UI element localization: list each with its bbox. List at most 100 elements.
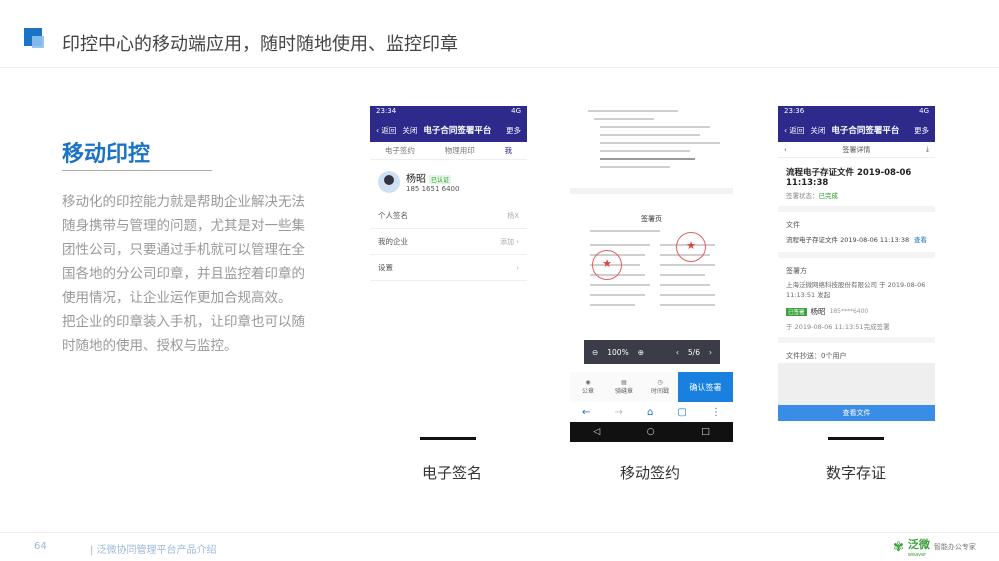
close-button[interactable]: 关闭 (810, 125, 825, 136)
app-nav-bar: ‹ 返回 关闭 电子合同签署平台 更多 (370, 118, 527, 142)
phone-contract-screen: 签署页 ★ ★ ⊖ 100% ⊕ ‹ 5/6 › ◉ 公章 ▤ 骑缝章 ◷ 时间戳 确… (570, 104, 733, 442)
home-icon[interactable]: ⌂ (647, 407, 653, 418)
tab-me[interactable]: 我 (505, 145, 513, 156)
download-icon[interactable]: ⤓ (926, 145, 929, 154)
back-button[interactable]: ‹ 返回 (784, 125, 804, 136)
tab-esign[interactable]: 电子签约 (385, 145, 415, 156)
signer-time: 于 2019-08-06 11:13:51完成签署 (786, 323, 890, 331)
android-recents-icon[interactable]: □ (701, 427, 710, 437)
status-signal: 4G (919, 107, 929, 115)
prev-page-icon[interactable]: ‹ (676, 348, 679, 357)
caption-digital-evidence: 数字存证 (826, 464, 887, 482)
page-title: 印控中心的移动端应用，随时随地使用、监控印章 (62, 34, 458, 55)
signer-row: 已签署 杨昭 185****6400 (778, 302, 935, 321)
chevron-right-icon: › (516, 263, 519, 272)
more-button[interactable]: 更多 (914, 125, 929, 136)
chevron-right-icon: › (516, 237, 519, 246)
signer-phone: 185****6400 (829, 308, 869, 315)
nav-title: 电子合同签署平台 (831, 126, 900, 136)
status-bar: 23:34 4G (370, 106, 527, 118)
seal-stamp-left: ★ (592, 250, 622, 280)
page-header: 印控中心的移动端应用，随时随地使用、监控印章 (0, 0, 999, 68)
user-phone: 185 1651 6400 (406, 185, 460, 193)
view-file-button[interactable]: 查看文件 (778, 405, 935, 421)
tab-bar: 电子签约 物理用印 我 (370, 142, 527, 160)
row-my-company[interactable]: 我的企业 添加 › (370, 229, 527, 255)
status-time: 23:34 (376, 107, 397, 115)
zoom-toolbar: ⊖ 100% ⊕ ‹ 5/6 › (584, 340, 720, 364)
cross-seal-icon: ▤ (621, 379, 627, 386)
status-time: 23:36 (784, 107, 805, 115)
leaf-logo-icon: ✾ (893, 539, 904, 555)
file-label: 文件 (786, 221, 800, 229)
header-square-accent-icon (32, 36, 44, 48)
seal-icon: ◉ (585, 379, 591, 386)
signer-company: 上海泛微网络科技股份有限公司 于 2019-08-06 11:13:51 发起 (786, 281, 926, 299)
page-break (570, 188, 733, 194)
cc-info: 文件抄送：0个用户 (786, 352, 847, 360)
logo-text-en: weaver (907, 552, 927, 558)
phone-esign-screen: 23:34 4G ‹ 返回 关闭 电子合同签署平台 更多 电子签约 物理用印 我… (370, 106, 527, 296)
seal-stamp-right: ★ (676, 232, 706, 262)
android-home-icon[interactable]: ○ (647, 427, 655, 437)
close-button[interactable]: 关闭 (402, 125, 417, 136)
avatar (378, 170, 400, 193)
signature-preview: 杨X (507, 211, 519, 220)
detail-subheader: ‹ 签署详情 ⤓ (778, 142, 935, 158)
status-bar: 23:36 4G (778, 106, 935, 118)
user-name: 杨昭 (406, 174, 426, 185)
home-indicator (420, 437, 476, 440)
doc-page-title: 签署页 (641, 215, 662, 223)
section-divider (62, 170, 212, 171)
sign-status: 签署状态：已完成 (786, 192, 838, 200)
page-number: 64 (34, 541, 47, 552)
section-description: 移动化的印控能力就是帮助企业解决无法随身携带与管理的问题，尤其是对一些集团性公司… (62, 190, 307, 358)
confirm-sign-button[interactable]: 确认签署 (678, 372, 733, 402)
phone-evidence-screen: 23:36 4G ‹ 返回 关闭 电子合同签署平台 更多 ‹ 签署详情 ⤓ 流程… (778, 106, 935, 429)
section-title: 移动印控 (62, 142, 151, 167)
footer-divider (0, 532, 999, 533)
tabs-icon[interactable]: ▢ (677, 407, 686, 418)
row-settings[interactable]: 设置 › (370, 255, 527, 281)
desc-paragraph-1: 移动化的印控能力就是帮助企业解决无法随身携带与管理的问题，尤其是对一些集团性公司… (62, 194, 305, 306)
page-indicator: 5/6 (687, 347, 700, 357)
tool-cross-seal[interactable]: ▤ 骑缝章 (606, 379, 642, 395)
logo-text: 泛微 (907, 538, 930, 551)
chevron-left-icon[interactable]: ‹ (784, 146, 787, 154)
signer-label: 签署方 (786, 267, 807, 275)
zoom-in-icon[interactable]: ⊕ (638, 348, 644, 357)
file-name: 流程电子存证文件 2019-08-06 11:13:38 (786, 236, 910, 244)
android-nav-bar: ◁ ○ □ (570, 422, 733, 442)
slogan: 智能办公专家 (933, 543, 976, 551)
file-view-link[interactable]: 查看 (914, 234, 927, 244)
desc-paragraph-2: 把企业的印章装入手机，让印章也可以随时随地的使用、授权与监控。 (62, 314, 305, 354)
back-button[interactable]: ‹ 返回 (376, 125, 396, 136)
tab-physical-seal[interactable]: 物理用印 (445, 145, 475, 156)
caption-esign: 电子签名 (422, 464, 483, 482)
clock-icon: ◷ (657, 379, 663, 386)
app-nav-bar: ‹ 返回 关闭 电子合同签署平台 更多 (778, 118, 935, 142)
tool-seal[interactable]: ◉ 公章 (570, 379, 606, 395)
caption-mobile-sign: 移动签约 (620, 464, 681, 482)
weaver-logo: ✾ 泛微 weaver 智能办公专家 (893, 536, 976, 558)
signed-badge: 已签署 (786, 307, 807, 316)
tool-timestamp[interactable]: ◷ 时间戳 (642, 379, 678, 395)
zoom-level: 100% (607, 347, 629, 357)
signer-name: 杨昭 (810, 307, 826, 316)
nav-title: 电子合同签署平台 (423, 126, 492, 136)
row-personal-signature[interactable]: 个人签名 杨X (370, 203, 527, 229)
detail-title: 签署详情 (842, 145, 871, 154)
android-back-icon[interactable]: ◁ (593, 427, 600, 437)
back-arrow-icon[interactable]: ← (582, 407, 590, 418)
user-card: 杨昭 已认证 185 1651 6400 (370, 160, 527, 203)
file-row[interactable]: 流程电子存证文件 2019-08-06 11:13:38 查看 (778, 232, 935, 246)
next-page-icon[interactable]: › (709, 348, 712, 357)
forward-arrow-icon[interactable]: → (615, 407, 623, 418)
sign-toolbar: ◉ 公章 ▤ 骑缝章 ◷ 时间戳 确认签署 (570, 372, 733, 402)
footer-text: | 泛微协同管理平台产品介绍 (90, 545, 217, 556)
zoom-out-icon[interactable]: ⊖ (592, 348, 598, 357)
menu-icon[interactable]: ⋮ (711, 407, 721, 418)
more-button[interactable]: 更多 (506, 125, 521, 136)
home-indicator (828, 437, 884, 440)
evidence-doc-name: 流程电子存证文件 2019-08-06 11:13:38 (786, 168, 912, 188)
